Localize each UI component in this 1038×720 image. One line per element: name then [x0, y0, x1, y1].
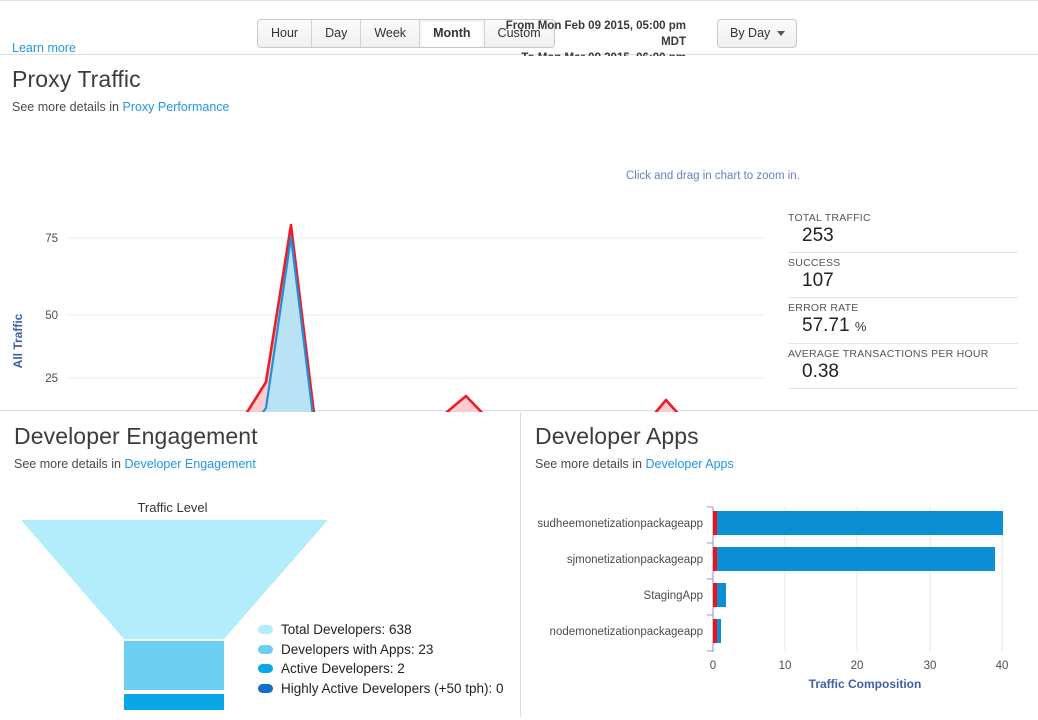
bar-group-nodemonetizationpackageapp[interactable]: [713, 619, 721, 643]
svg-text:40: 40: [996, 660, 1009, 672]
proxy-traffic-panel: Proxy Traffic See more details in Proxy …: [0, 56, 1038, 411]
legend-swatch-active-developers: [258, 664, 273, 673]
legend-item: Active Developers: 2: [258, 659, 504, 679]
kpi-value: 253: [788, 225, 1018, 247]
svg-text:10: 10: [779, 660, 792, 672]
developer-engagement-title: Developer Engagement: [14, 423, 258, 450]
legend-swatch-highly-active-developers: [258, 684, 273, 693]
time-range-hour[interactable]: Hour: [258, 20, 312, 47]
kpi-unit: %: [855, 319, 867, 334]
date-range-from: From Mon Feb 09 2015, 05:00 pm MDT: [500, 18, 686, 50]
svg-text:75: 75: [45, 233, 58, 245]
kpi-number: 57.71: [802, 315, 850, 336]
developer-apps-title: Developer Apps: [535, 423, 734, 450]
bar-errors: [713, 547, 717, 571]
bar-chart-svg[interactable]: sudheemonetizationpackageapp sjmonetizat…: [521, 487, 1038, 712]
developer-apps-subtitle: See more details in Developer Apps: [535, 457, 734, 471]
chart-zoom-hint: Click and drag in chart to zoom in.: [626, 170, 800, 182]
kpi-value: 0.38: [788, 361, 1018, 383]
funnel-stage-active-developers: [124, 694, 224, 710]
bar-label: sudheemonetizationpackageapp: [537, 518, 703, 530]
series-all-traffic-line: [66, 225, 765, 436]
developer-apps-chart[interactable]: sudheemonetizationpackageapp sjmonetizat…: [521, 487, 1038, 712]
developer-engagement-subtitle: See more details in Developer Engagement: [14, 457, 258, 471]
bar-group-sudheemonetizationpackageapp[interactable]: [713, 511, 1003, 535]
top-toolbar: Learn more Hour Day Week Month Custom Fr…: [0, 0, 1038, 55]
svg-text:20: 20: [851, 660, 864, 672]
legend-item: Total Developers: 638: [258, 620, 504, 640]
bar-errors: [713, 583, 717, 607]
kpi-label: AVERAGE TRANSACTIONS PER HOUR: [788, 348, 1018, 360]
legend-swatch-total-developers: [258, 625, 273, 634]
bar-traffic: [717, 619, 721, 643]
kpi-total-traffic: TOTAL TRAFFIC 253: [788, 208, 1018, 253]
developer-engagement-link[interactable]: Developer Engagement: [124, 457, 255, 471]
bar-traffic: [717, 547, 995, 571]
bar-traffic: [717, 511, 1003, 535]
legend-swatch-developers-with-apps: [258, 645, 273, 654]
funnel-stage-developers-with-apps: [124, 641, 224, 690]
granularity-label: By Day: [730, 26, 770, 40]
kpi-label: TOTAL TRAFFIC: [788, 212, 1018, 224]
x-axis-ticks: 0 10 20 30 40: [710, 660, 1009, 672]
developer-apps-header: Developer Apps See more details in Devel…: [535, 423, 734, 471]
bar-traffic: [717, 583, 726, 607]
bar-group-stagingapp[interactable]: [713, 583, 726, 607]
legend-label: Highly Active Developers (+50 tph): 0: [281, 679, 504, 699]
x-axis-title: Traffic Composition: [809, 677, 922, 691]
kpi-label: ERROR RATE: [788, 302, 1018, 314]
proxy-traffic-subtitle: See more details in Proxy Performance: [12, 100, 229, 114]
bar-label: sjmonetizationpackageapp: [567, 554, 703, 566]
page-title: Proxy Traffic: [12, 66, 229, 93]
time-range-week[interactable]: Week: [361, 20, 420, 47]
kpi-value: 57.71 %: [788, 315, 1018, 338]
developer-apps-link[interactable]: Developer Apps: [645, 457, 733, 471]
legend-label: Developers with Apps: 23: [281, 640, 433, 660]
bar-label: nodemonetizationpackageapp: [550, 626, 703, 638]
kpi-value: 107: [788, 270, 1018, 292]
bar-group-sjmonetizationpackageapp[interactable]: [713, 547, 995, 571]
bar-errors: [713, 619, 717, 643]
svg-text:25: 25: [45, 373, 58, 385]
kpi-error-rate: ERROR RATE 57.71 %: [788, 298, 1018, 344]
category-ticks: [707, 507, 713, 651]
dashboard-page: Learn more Hour Day Week Month Custom Fr…: [0, 0, 1038, 717]
learn-more-link[interactable]: Learn more: [12, 41, 76, 55]
time-range-day[interactable]: Day: [312, 20, 361, 47]
svg-text:50: 50: [45, 310, 58, 322]
svg-text:30: 30: [924, 660, 937, 672]
engagement-sub-prefix: See more details in: [14, 457, 124, 471]
proxy-performance-link[interactable]: Proxy Performance: [122, 100, 229, 114]
bar-category-labels: sudheemonetizationpackageapp sjmonetizat…: [537, 518, 703, 638]
granularity-dropdown[interactable]: By Day: [717, 19, 797, 48]
proxy-sub-prefix: See more details in: [12, 100, 122, 114]
funnel-title: Traffic Level: [0, 500, 345, 515]
apps-sub-prefix: See more details in: [535, 457, 645, 471]
legend-item: Developers with Apps: 23: [258, 640, 504, 660]
proxy-traffic-header: Proxy Traffic See more details in Proxy …: [12, 66, 229, 114]
svg-text:0: 0: [710, 660, 716, 672]
engagement-legend: Total Developers: 638 Developers with Ap…: [258, 620, 504, 698]
kpi-list: TOTAL TRAFFIC 253 SUCCESS 107 ERROR RATE…: [788, 208, 1018, 389]
legend-label: Total Developers: 638: [281, 620, 412, 640]
chevron-down-icon: [777, 31, 785, 36]
kpi-label: SUCCESS: [788, 257, 1018, 269]
legend-label: Active Developers: 2: [281, 659, 405, 679]
time-range-month[interactable]: Month: [420, 20, 484, 47]
kpi-success: SUCCESS 107: [788, 253, 1018, 298]
developer-engagement-header: Developer Engagement See more details in…: [14, 423, 258, 471]
kpi-avg-transactions-per-hour: AVERAGE TRANSACTIONS PER HOUR 0.38: [788, 344, 1018, 389]
developer-apps-panel: Developer Apps See more details in Devel…: [521, 412, 1038, 717]
bar-errors: [713, 511, 717, 535]
y-axis-title: All Traffic: [11, 313, 25, 368]
legend-item: Highly Active Developers (+50 tph): 0: [258, 679, 504, 699]
bar-label: StagingApp: [644, 590, 703, 602]
